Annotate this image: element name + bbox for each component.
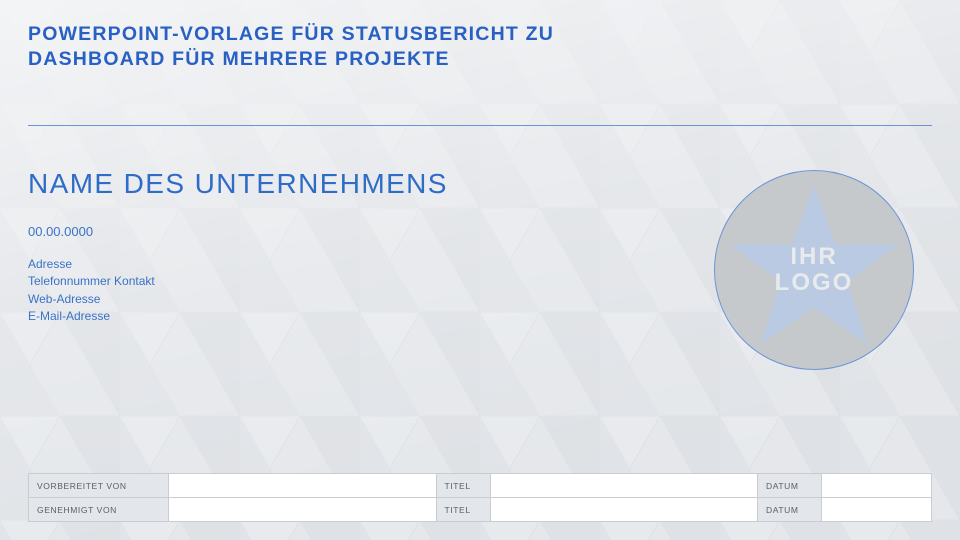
logo-text-line-1: IHR [775, 244, 854, 270]
table-row: GENEHMIGT VON TITEL DATUM [29, 498, 932, 522]
prepared-by-label: VORBEREITET VON [29, 474, 169, 498]
template-title: POWERPOINT-VORLAGE FÜR STATUSBERICHT ZU … [28, 22, 932, 73]
title-label-2: TITEL [436, 498, 490, 522]
company-name: NAME DES UNTERNEHMENS [28, 168, 448, 200]
date-label-2: DATUM [758, 498, 822, 522]
approval-table: VORBEREITET VON TITEL DATUM GENEHMIGT VO… [28, 473, 932, 522]
date-value-1[interactable] [822, 474, 932, 498]
logo-placeholder: IHR LOGO [714, 170, 914, 370]
title-value-1[interactable] [490, 474, 758, 498]
approved-by-value[interactable] [169, 498, 437, 522]
table-row: VORBEREITET VON TITEL DATUM [29, 474, 932, 498]
approved-by-label: GENEHMIGT VON [29, 498, 169, 522]
date-placeholder: 00.00.0000 [28, 224, 93, 239]
title-value-2[interactable] [490, 498, 758, 522]
date-value-2[interactable] [822, 498, 932, 522]
email-line: E-Mail-Adresse [28, 308, 155, 325]
title-label-1: TITEL [436, 474, 490, 498]
prepared-by-value[interactable] [169, 474, 437, 498]
title-line-2: DASHBOARD FÜR MEHRERE PROJEKTE [28, 47, 932, 72]
contact-info-block: Adresse Telefonnummer Kontakt Web-Adress… [28, 256, 155, 326]
date-label-1: DATUM [758, 474, 822, 498]
horizontal-divider [28, 125, 932, 126]
web-line: Web-Adresse [28, 291, 155, 308]
logo-text-line-2: LOGO [775, 270, 854, 296]
title-line-1: POWERPOINT-VORLAGE FÜR STATUSBERICHT ZU [28, 22, 932, 47]
address-line: Adresse [28, 256, 155, 273]
phone-line: Telefonnummer Kontakt [28, 273, 155, 290]
